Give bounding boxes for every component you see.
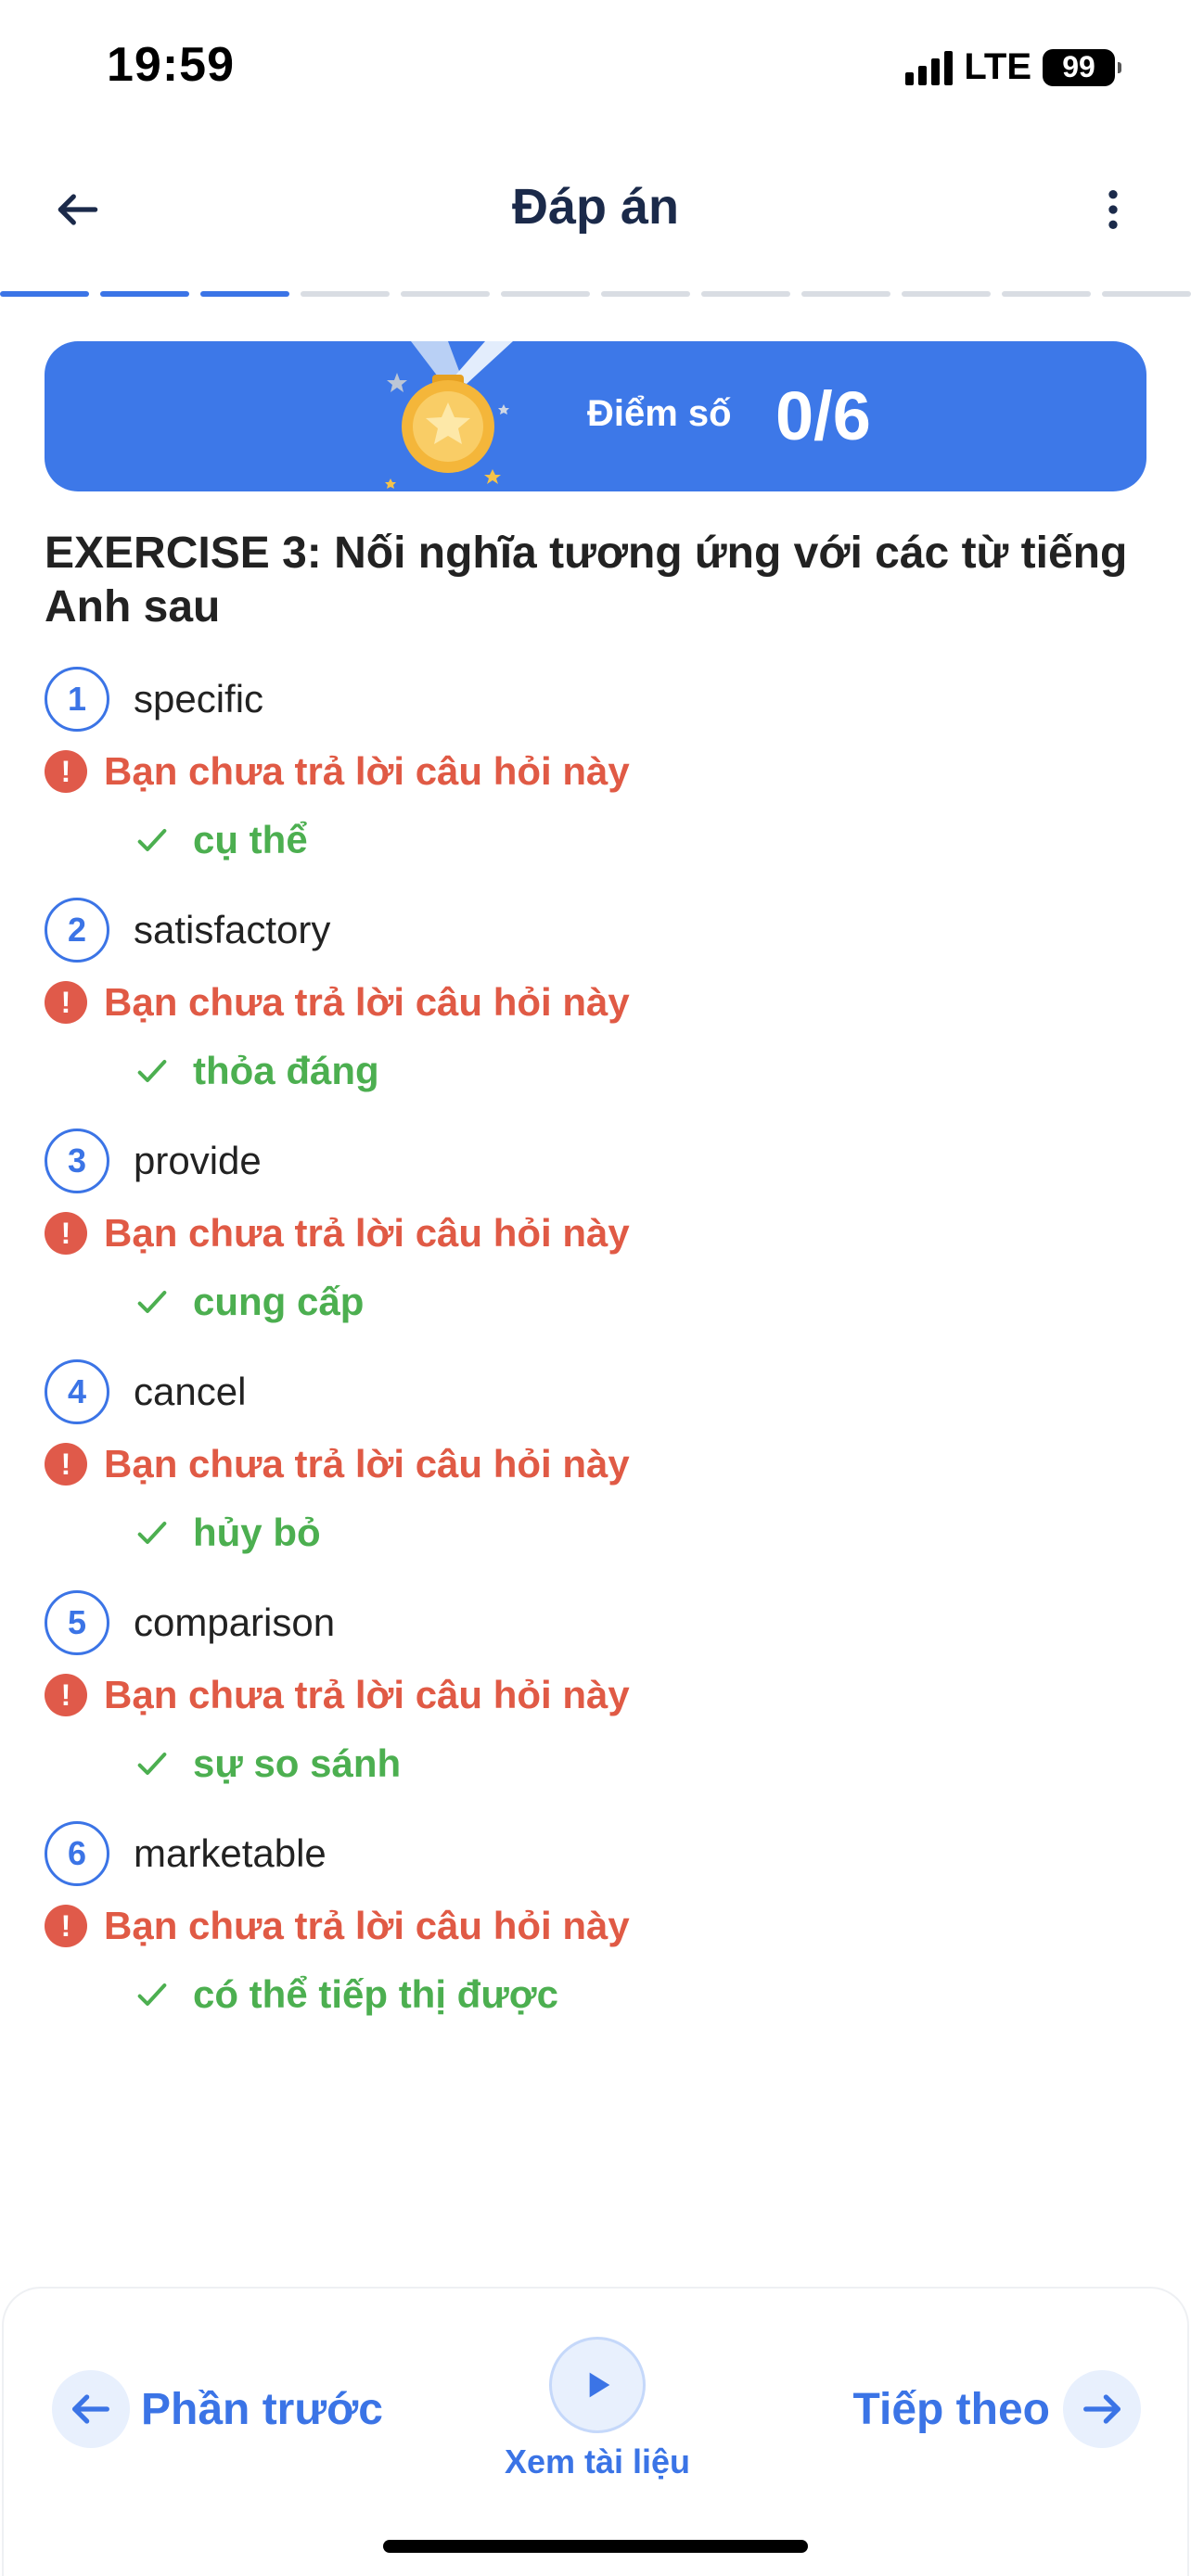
alert-icon: ! [45, 1443, 87, 1486]
battery-icon: 99 [1043, 48, 1121, 86]
view-materials-label: Xem tài liệu [504, 2442, 691, 2480]
score-label: Điểm số [587, 393, 732, 434]
correct-answer: hủy bỏ [193, 1511, 321, 1554]
progress-segment [401, 291, 490, 297]
question-number: 3 [45, 1129, 109, 1193]
question-number: 5 [45, 1590, 109, 1655]
status-indicators: LTE 99 [905, 46, 1121, 88]
question-number: 6 [45, 1821, 109, 1886]
network-type: LTE [964, 46, 1031, 87]
medal-icon [385, 341, 513, 489]
check-icon [137, 1291, 167, 1313]
question-word: comparison [134, 1600, 336, 1644]
next-label: Tiếp theo [852, 2384, 1050, 2434]
status-time: 19:59 [107, 38, 235, 92]
question-item: 2 satisfactory ! Bạn chưa trả lời câu hỏ… [45, 897, 1148, 1128]
question-number: 4 [45, 1359, 109, 1424]
page-title: Đáp án [511, 179, 680, 235]
alert-icon: ! [45, 1212, 87, 1255]
progress-segment [601, 291, 690, 297]
unanswered-status: Bạn chưa trả lời câu hỏi này [104, 1904, 630, 1947]
previous-section-button[interactable]: Phần trước [52, 2370, 383, 2448]
correct-answer: cụ thể [193, 818, 308, 861]
unanswered-status: Bạn chưa trả lời câu hỏi này [104, 1442, 630, 1486]
question-item: 4 cancel ! Bạn chưa trả lời câu hỏi này … [45, 1358, 1148, 1589]
question-item: 1 specific ! Bạn chưa trả lời câu hỏi nà… [45, 666, 1148, 897]
check-icon [137, 1983, 167, 2006]
question-list: 1 specific ! Bạn chưa trả lời câu hỏi nà… [45, 666, 1148, 2051]
correct-answer: cung cấp [193, 1280, 365, 1323]
exercise-progress-bar [0, 291, 1191, 297]
check-icon [137, 1060, 167, 1082]
progress-segment [1002, 291, 1091, 297]
more-options-button[interactable] [1080, 176, 1146, 243]
check-icon [137, 1753, 167, 1775]
alert-icon: ! [45, 1674, 87, 1716]
more-vertical-icon [1108, 190, 1118, 229]
progress-segment [501, 291, 590, 297]
progress-segment [701, 291, 790, 297]
progress-segment [902, 291, 991, 297]
progress-segment [801, 291, 890, 297]
alert-icon: ! [45, 981, 87, 1024]
question-word: marketable [134, 1831, 327, 1875]
correct-answer: thỏa đáng [193, 1049, 379, 1092]
correct-answer: sự so sánh [193, 1741, 402, 1785]
progress-segment [0, 291, 89, 297]
home-indicator[interactable] [383, 2540, 808, 2553]
unanswered-status: Bạn chưa trả lời câu hỏi này [104, 1211, 630, 1255]
unanswered-status: Bạn chưa trả lời câu hỏi này [104, 980, 630, 1024]
score-banner: Điểm số 0/6 [45, 341, 1146, 491]
question-word: cancel [134, 1370, 247, 1413]
arrow-left-circle-icon [52, 2370, 130, 2448]
question-word: provide [134, 1139, 262, 1182]
question-word: satisfactory [134, 908, 331, 951]
unanswered-status: Bạn chưa trả lời câu hỏi này [104, 749, 630, 793]
view-materials-button[interactable]: Xem tài liệu [505, 2337, 690, 2481]
bottom-navigation: Phần trước Xem tài liệu Tiếp theo [2, 2287, 1189, 2576]
next-button[interactable]: Tiếp theo [853, 2370, 1141, 2448]
correct-answer: có thể tiếp thị được [193, 1972, 558, 2016]
check-icon [137, 1522, 167, 1544]
check-icon [137, 829, 167, 851]
status-bar: 19:59 LTE 99 [0, 0, 1191, 130]
previous-section-label: Phần trước [141, 2384, 383, 2434]
alert-icon: ! [45, 750, 87, 793]
alert-icon: ! [45, 1905, 87, 1947]
question-item: 5 comparison ! Bạn chưa trả lời câu hỏi … [45, 1589, 1148, 1820]
unanswered-status: Bạn chưa trả lời câu hỏi này [104, 1673, 630, 1716]
question-item: 6 marketable ! Bạn chưa trả lời câu hỏi … [45, 1820, 1148, 2051]
exercise-title: EXERCISE 3: Nối nghĩa tương ứng với các … [45, 529, 1128, 631]
score-value: 0/6 [775, 377, 871, 454]
progress-segment [1102, 291, 1191, 297]
arrow-right-circle-icon [1063, 2370, 1141, 2448]
progress-segment [200, 291, 289, 297]
question-number: 2 [45, 898, 109, 963]
question-number: 1 [45, 667, 109, 732]
play-icon [549, 2337, 646, 2433]
progress-segment [100, 291, 189, 297]
app-header: Đáp án [0, 158, 1191, 260]
signal-icon [905, 50, 954, 85]
question-word: specific [134, 677, 264, 721]
question-item: 3 provide ! Bạn chưa trả lời câu hỏi này… [45, 1128, 1148, 1358]
progress-segment [301, 291, 390, 297]
